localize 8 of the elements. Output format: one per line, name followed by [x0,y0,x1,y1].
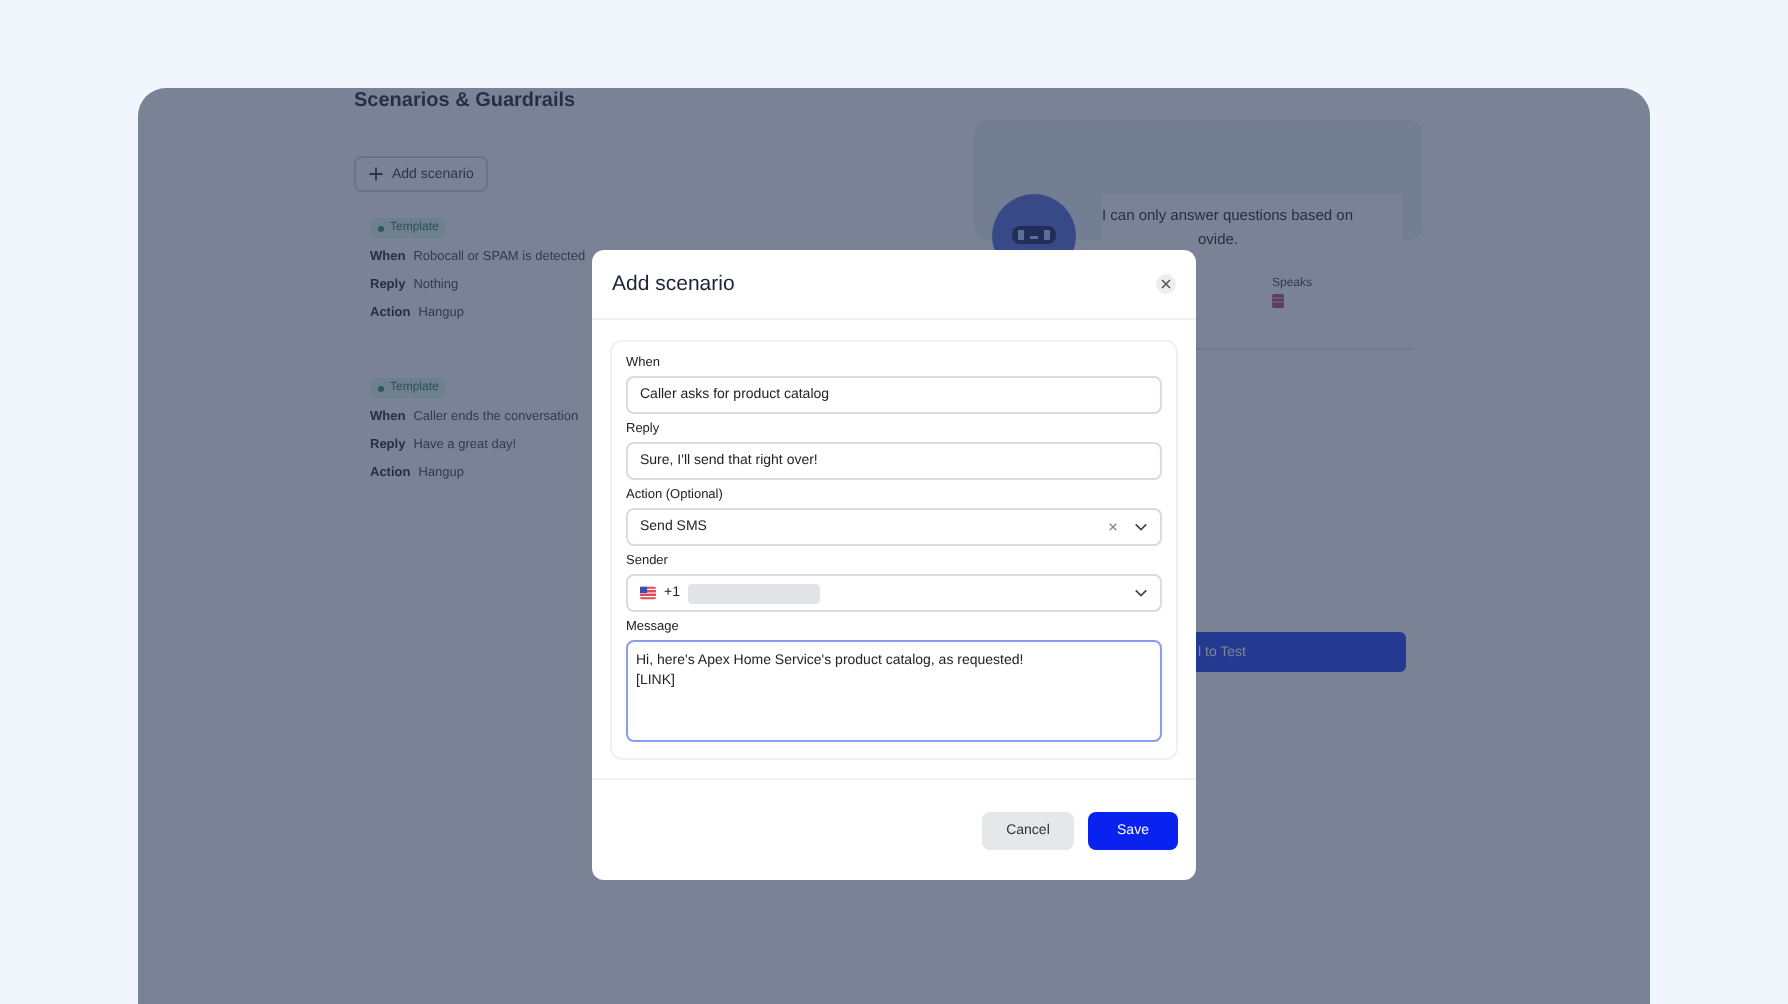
clear-icon[interactable] [1108,522,1118,532]
page-title: Scenarios & Guardrails [354,90,578,112]
plus-icon [368,166,384,182]
close-button[interactable] [1156,274,1176,294]
dialog-title: Add scenario [612,272,735,296]
chevron-icon [1134,522,1148,532]
chevron-icon [1134,588,1148,598]
redacted-block [687,583,820,603]
